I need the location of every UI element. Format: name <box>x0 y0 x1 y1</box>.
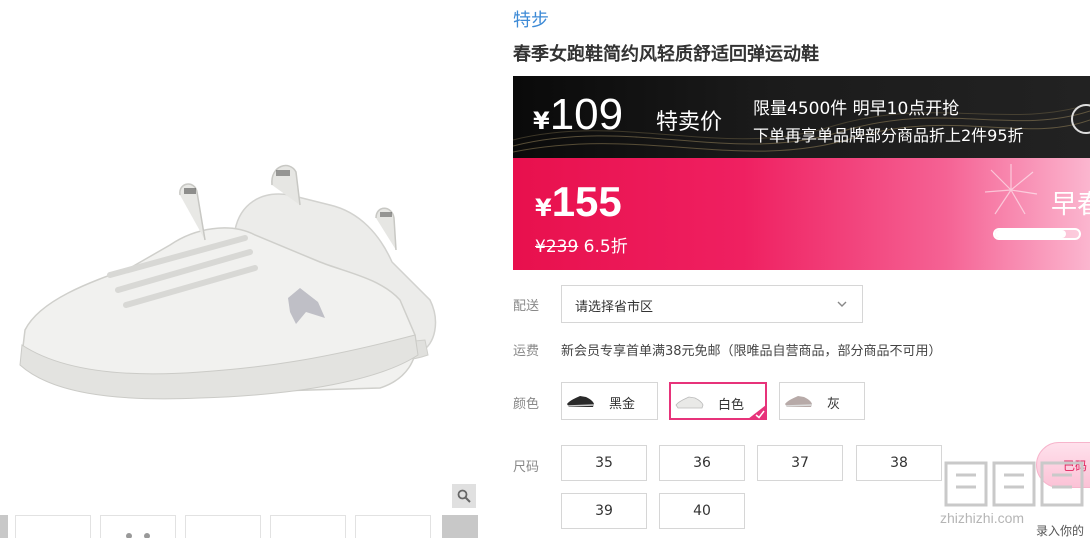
firework-decoration <box>984 164 1038 215</box>
shipping-info: 新会员专享首单满38元免邮（限唯品自营商品，部分商品不可用） <box>561 344 942 359</box>
brand-link[interactable]: 特步 <box>513 6 549 32</box>
size-option-39[interactable]: 39 <box>561 493 647 529</box>
flash-price-tag: 特卖价 <box>656 110 723 135</box>
watermark-caption: 录入你的 <box>1036 524 1085 538</box>
color-option-black-gold[interactable]: 黑金 <box>561 382 658 420</box>
thumbnail-5[interactable] <box>355 515 431 538</box>
thumbnail-4[interactable] <box>270 515 346 538</box>
promo-progress-fill <box>995 230 1067 238</box>
thumbnail-3[interactable] <box>185 515 261 538</box>
vip-price: ¥155 <box>535 178 622 226</box>
black-shoe-swatch-icon <box>567 396 595 407</box>
flash-currency: ¥ <box>533 107 550 135</box>
product-main-image[interactable] <box>0 0 480 512</box>
selected-check-icon <box>748 405 766 419</box>
flash-price: ¥109 <box>533 90 623 140</box>
watermark-logo <box>944 461 1084 507</box>
thumbnail-shoe-icon <box>126 533 150 538</box>
thumbnail-1[interactable] <box>15 515 91 538</box>
delivery-region-select[interactable]: 请选择省市区 <box>561 285 863 323</box>
front-shoe <box>19 183 419 400</box>
thumbnail-next-button[interactable] <box>442 515 478 538</box>
discount-rate: 6.5折 <box>583 237 628 257</box>
thumbnail-2[interactable] <box>100 515 176 538</box>
thumbnail-strip <box>0 515 480 538</box>
color-option-gray[interactable]: 灰 <box>779 382 865 420</box>
vip-currency: ¥ <box>535 194 552 222</box>
chevron-down-icon <box>837 301 847 307</box>
zoom-button[interactable] <box>452 484 476 508</box>
original-price-row: ¥239 6.5折 <box>535 232 628 257</box>
size-option-36[interactable]: 36 <box>659 445 745 481</box>
flash-sale-notice: 限量4500件 明早10点开抢 <box>753 99 960 119</box>
promo-progress-bar <box>993 228 1081 240</box>
color-option-label: 白色 <box>718 398 745 413</box>
vip-price-value: 155 <box>551 178 622 225</box>
size-option-40[interactable]: 40 <box>659 493 745 529</box>
size-label: 尺码 <box>513 460 540 475</box>
color-option-label: 黑金 <box>609 397 636 412</box>
color-option-label: 灰 <box>827 397 841 412</box>
gray-shoe-swatch-icon <box>785 396 813 407</box>
size-option-35[interactable]: 35 <box>561 445 647 481</box>
product-gallery <box>0 0 480 538</box>
promo-title: 早春 <box>1051 190 1090 220</box>
delivery-region-value: 请选择省市区 <box>575 300 654 315</box>
color-label: 颜色 <box>513 397 540 412</box>
sneaker-image <box>19 164 437 400</box>
flash-sale-banner: ¥109 特卖价 限量4500件 明早10点开抢 下单再享单品牌部分商品折上2件… <box>513 76 1090 158</box>
magnifier-icon <box>457 489 471 503</box>
flash-price-value: 109 <box>549 90 624 139</box>
delivery-label: 配送 <box>513 299 540 314</box>
flash-sale-promo: 下单再享单品牌部分商品折上2件95折 <box>753 126 1024 145</box>
shipping-label: 运费 <box>513 344 540 359</box>
white-shoe-swatch-icon <box>675 396 704 409</box>
original-price: ¥239 <box>535 237 579 257</box>
vip-price-banner: ¥155 ¥239 6.5折 早春 <box>513 158 1090 270</box>
color-option-white[interactable]: 白色 <box>669 382 767 420</box>
size-option-37[interactable]: 37 <box>757 445 843 481</box>
thumbnail-prev-button[interactable] <box>0 515 8 538</box>
size-option-38[interactable]: 38 <box>856 445 942 481</box>
product-title: 春季女跑鞋简约风轻质舒适回弹运动鞋 <box>513 44 819 65</box>
watermark-url: zhizhizhi.com <box>940 510 1025 526</box>
